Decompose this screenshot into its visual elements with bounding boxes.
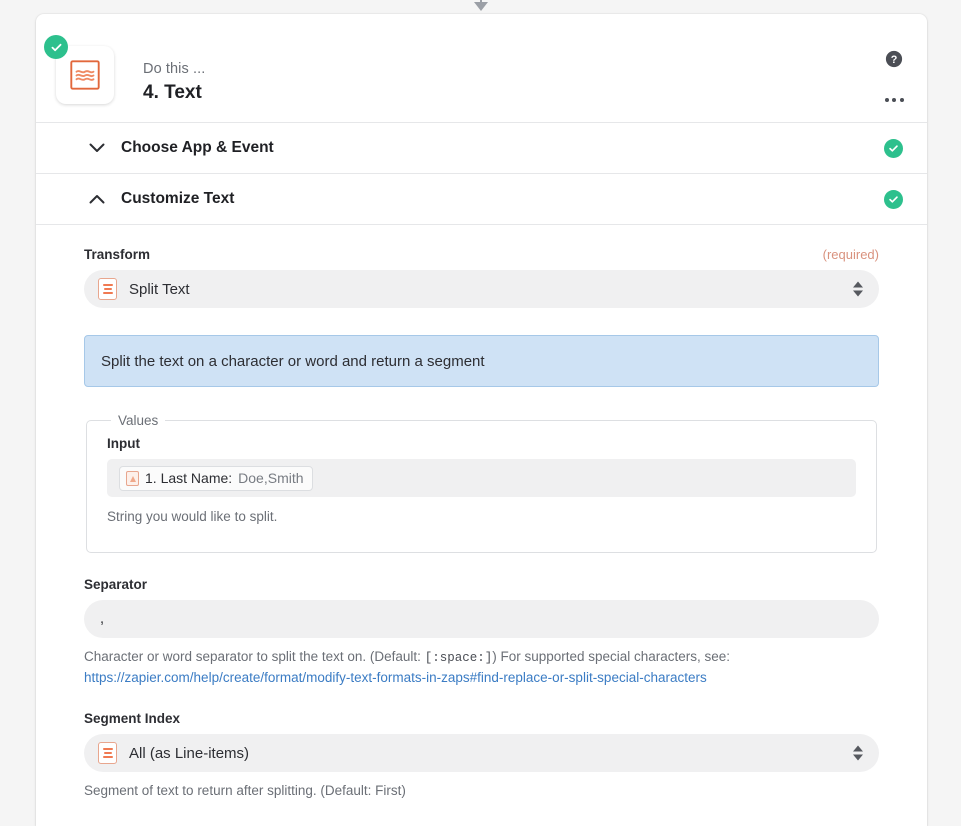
token-value: Doe,Smith	[238, 469, 304, 486]
section-title-choose-app-event: Choose App & Event	[121, 139, 274, 156]
transform-description-text: Split the text on a character or word an…	[101, 352, 485, 370]
separator-input-value: ,	[100, 611, 105, 627]
values-fieldset: Values Input 1. Last Name: Doe,Smith Str…	[86, 413, 877, 553]
check-circle-icon	[44, 35, 68, 59]
step-connector	[0, 0, 961, 14]
segment-index-select-value: All (as Line-items)	[129, 744, 250, 762]
transform-field: Transform (required) Split Text	[84, 247, 879, 308]
separator-help-after: ) For supported special characters, see:	[492, 649, 731, 664]
separator-input[interactable]: ,	[84, 600, 879, 638]
app-icon-container	[44, 35, 114, 104]
separator-label: Separator	[84, 577, 148, 592]
customize-text-body: Transform (required) Split Text Split th…	[36, 224, 927, 826]
chevron-down-icon	[88, 139, 106, 157]
step-card: Do this ... 4. Text ? Choose App & Event…	[36, 14, 927, 826]
section-title-customize-text: Customize Text	[121, 190, 235, 207]
segment-index-select[interactable]: All (as Line-items)	[84, 734, 879, 772]
transform-select-value: Split Text	[129, 280, 190, 298]
ellipsis-dots	[884, 98, 904, 102]
separator-field: Separator , Character or word separator …	[84, 577, 879, 687]
data-field-icon	[126, 470, 139, 486]
header-actions: ?	[883, 48, 905, 111]
values-legend: Values	[118, 413, 159, 428]
segment-index-label: Segment Index	[84, 711, 181, 726]
step-card-header: Do this ... 4. Text ?	[36, 14, 927, 122]
separator-label-row: Separator	[84, 577, 879, 592]
arrow-down-icon	[474, 2, 488, 11]
transform-required-tag: (required)	[822, 247, 879, 262]
input-help-text: String you would like to split.	[107, 509, 278, 524]
transform-select[interactable]: Split Text	[84, 270, 879, 308]
step-eyebrow: Do this ...	[143, 61, 206, 77]
segment-index-field: Segment Index All (as Line-items) Segmen…	[84, 711, 879, 800]
separator-help-text: Character or word separator to split the…	[84, 647, 879, 687]
segment-index-label-row: Segment Index	[84, 711, 879, 726]
input-field[interactable]: 1. Last Name: Doe,Smith	[107, 459, 856, 497]
check-circle-icon	[884, 138, 903, 158]
page-title: 4. Text	[143, 82, 202, 103]
text-lines-icon	[98, 278, 117, 300]
ellipsis-icon[interactable]	[883, 89, 905, 111]
select-spinner-icon[interactable]	[853, 281, 863, 297]
chevron-up-icon	[88, 190, 106, 208]
transform-label: Transform	[84, 247, 151, 262]
data-token[interactable]: 1. Last Name: Doe,Smith	[119, 465, 313, 491]
text-lines-icon	[98, 742, 117, 764]
separator-help-link[interactable]: https://zapier.com/help/create/format/mo…	[84, 670, 707, 685]
token-key: 1. Last Name:	[145, 469, 233, 486]
transform-label-row: Transform (required)	[84, 247, 879, 262]
question-circle-icon[interactable]: ?	[883, 48, 905, 70]
check-circle-icon	[884, 189, 903, 209]
svg-text:?: ?	[891, 54, 898, 66]
select-spinner-icon[interactable]	[853, 745, 863, 761]
transform-description-callout: Split the text on a character or word an…	[84, 335, 879, 387]
step-header-text: Do this ... 4. Text	[143, 60, 205, 105]
input-label: Input	[107, 436, 140, 451]
segment-index-help-text: Segment of text to return after splittin…	[84, 783, 406, 798]
separator-help-before: Character or word separator to split the…	[84, 649, 421, 664]
separator-help-code: [:space:]	[424, 651, 493, 665]
sidebar-item-choose-app-event[interactable]: Choose App & Event	[36, 122, 927, 173]
sidebar-item-customize-text[interactable]: Customize Text	[36, 173, 927, 224]
